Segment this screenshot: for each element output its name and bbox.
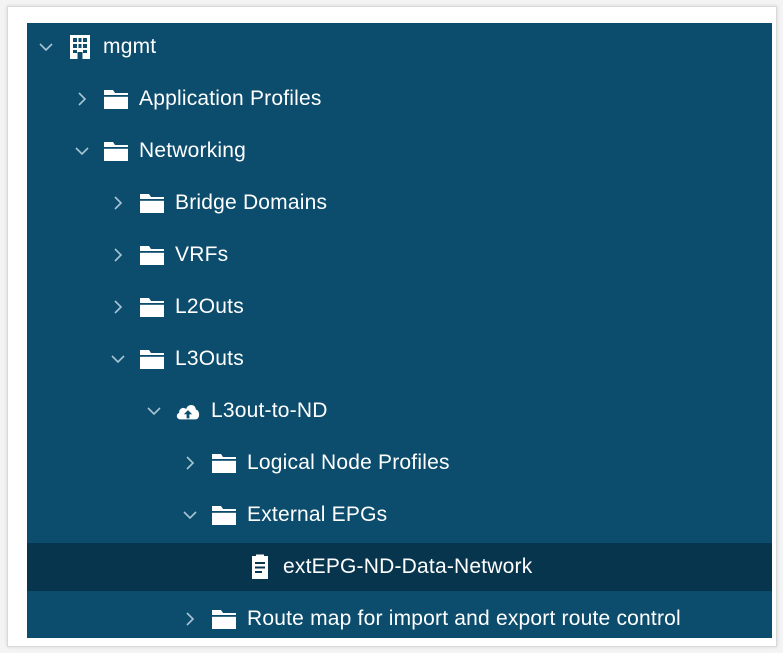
tree-item-l3out-to-nd[interactable]: L3out-to-ND	[27, 387, 772, 435]
cloud-upload-icon	[175, 398, 201, 424]
tree-item-extepg-nd-data-network[interactable]: extEPG-ND-Data-Network	[27, 543, 772, 591]
tree-item-logical-node-profiles[interactable]: Logical Node Profiles	[27, 439, 772, 487]
tree-item-route-map[interactable]: Route map for import and export route co…	[27, 595, 772, 638]
chevron-down-icon[interactable]	[35, 36, 57, 58]
chevron-right-icon[interactable]	[107, 296, 129, 318]
tree-item-l2outs[interactable]: L2Outs	[27, 283, 772, 331]
folder-icon	[139, 346, 165, 372]
folder-icon	[139, 294, 165, 320]
folder-icon	[103, 138, 129, 164]
chevron-right-icon[interactable]	[107, 244, 129, 266]
tree-item-label: Application Profiles	[139, 87, 322, 110]
tree-item-label: L3Outs	[175, 347, 244, 370]
chevron-down-icon[interactable]	[143, 400, 165, 422]
chevron-down-icon[interactable]	[107, 348, 129, 370]
tree-item-label: Route map for import and export route co…	[247, 607, 681, 630]
chevron-down-icon[interactable]	[71, 140, 93, 162]
epg-document-icon	[247, 554, 273, 580]
folder-icon	[211, 450, 237, 476]
folder-icon	[139, 190, 165, 216]
tree-item-external-epgs[interactable]: External EPGs	[27, 491, 772, 539]
tree-item-label: VRFs	[175, 243, 229, 266]
tree-item-networking[interactable]: Networking	[27, 127, 772, 175]
navigation-tree: mgmt Application Profiles Networking Bri…	[27, 23, 772, 638]
tree-item-label: L2Outs	[175, 295, 244, 318]
tenant-building-icon	[67, 34, 93, 60]
tree-item-label: L3out-to-ND	[211, 399, 328, 422]
chevron-right-icon[interactable]	[179, 452, 201, 474]
tree-item-l3outs[interactable]: L3Outs	[27, 335, 772, 383]
chevron-right-icon[interactable]	[179, 608, 201, 630]
tree-item-label: mgmt	[103, 35, 157, 58]
tree-item-mgmt[interactable]: mgmt	[27, 23, 772, 71]
chevron-down-icon[interactable]	[179, 504, 201, 526]
folder-icon	[103, 86, 129, 112]
chevron-right-icon[interactable]	[71, 88, 93, 110]
folder-icon	[211, 606, 237, 632]
tree-item-bridge-domains[interactable]: Bridge Domains	[27, 179, 772, 227]
tree-item-label: Logical Node Profiles	[247, 451, 450, 474]
chevron-right-icon[interactable]	[107, 192, 129, 214]
tree-item-label: Bridge Domains	[175, 191, 328, 214]
tree-item-label: extEPG-ND-Data-Network	[283, 555, 533, 578]
folder-icon	[139, 242, 165, 268]
tree-item-label: Networking	[139, 139, 247, 162]
tree-item-label: External EPGs	[247, 503, 388, 526]
tree-item-vrfs[interactable]: VRFs	[27, 231, 772, 279]
tree-item-application-profiles[interactable]: Application Profiles	[27, 75, 772, 123]
folder-icon	[211, 502, 237, 528]
